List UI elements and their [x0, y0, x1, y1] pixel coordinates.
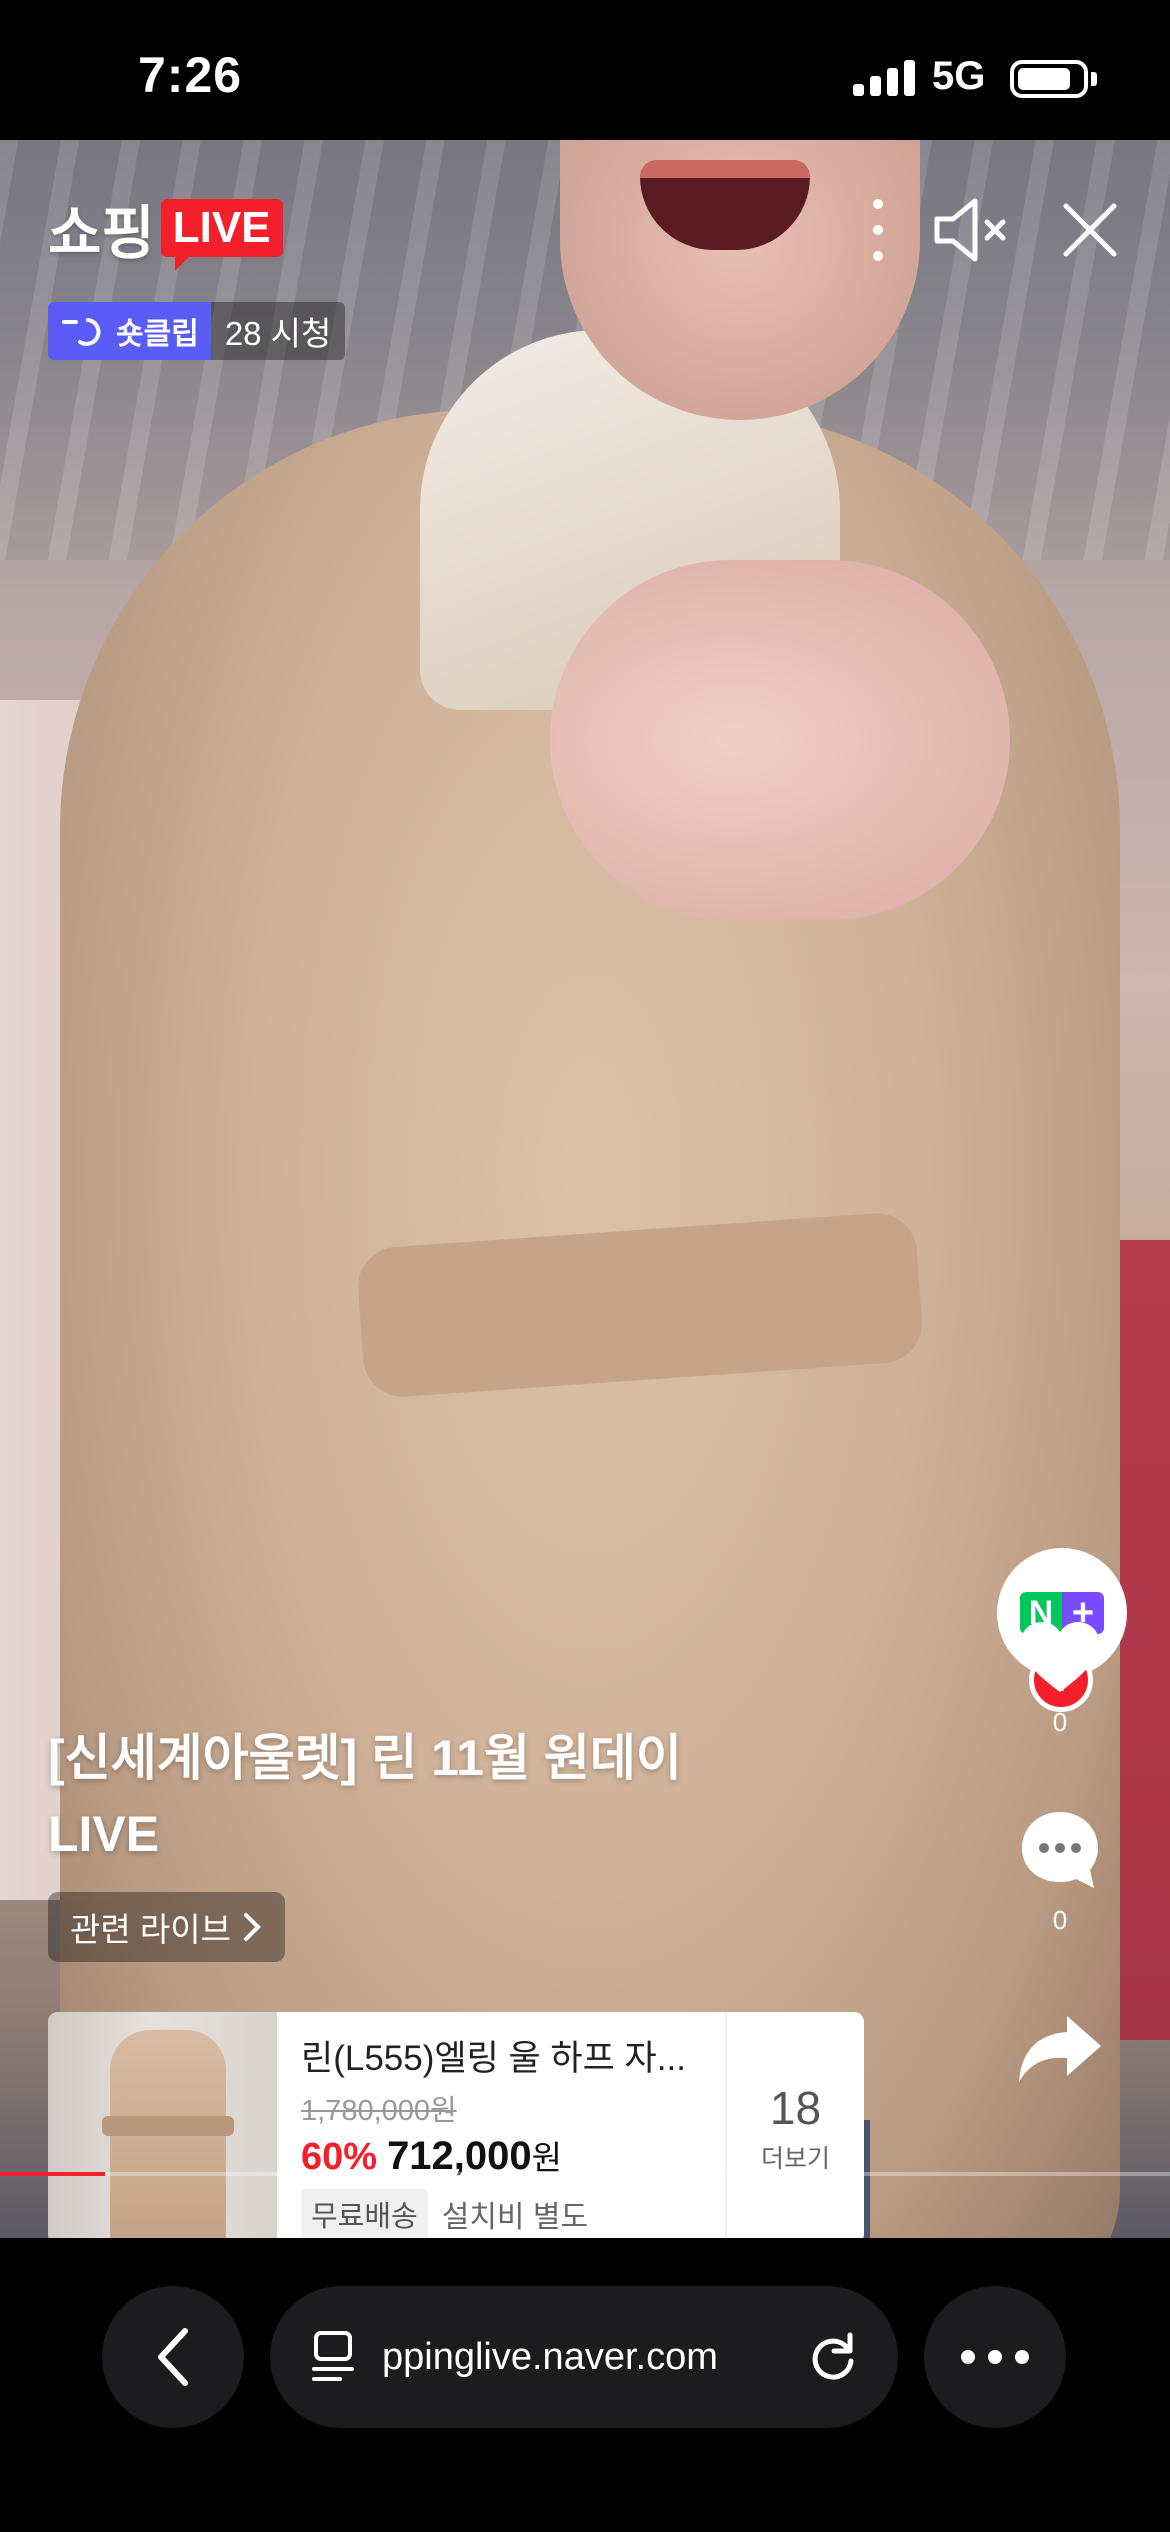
thumbnail-belt — [102, 2116, 234, 2136]
product-name: 린(L555)엘링 울 하프 자... — [301, 2039, 686, 2078]
speaker-muted-icon[interactable] — [930, 190, 1010, 270]
url-text: ppinglive.naver.com — [382, 2335, 718, 2378]
network-type: 5G — [932, 54, 986, 98]
more-products-button[interactable]: 18 더보기 — [725, 2012, 864, 2238]
viewer-count: 28 시청 — [210, 302, 346, 360]
status-time: 7:26 — [138, 47, 243, 103]
battery-icon — [1010, 60, 1088, 98]
live-video[interactable]: 쇼핑 LIVE 숏클립 28 시청 N + + — [0, 140, 1170, 2238]
top-controls — [866, 190, 1130, 270]
shipping-row: 무료배송 설치비 별도 — [301, 2189, 701, 2238]
close-icon[interactable] — [1050, 190, 1130, 270]
chevron-right-icon — [243, 1913, 261, 1941]
product-thumbnail[interactable] — [48, 2012, 277, 2238]
live-title[interactable]: [신세계아울렛] 린 11월 원데이 LIVE — [48, 1720, 748, 1872]
related-live-label: 관련 라이브 — [70, 1911, 231, 1948]
like-action[interactable]: 0 — [995, 1620, 1125, 1738]
short-clip-label: 숏클립 — [116, 318, 199, 351]
playback-progress-fill — [0, 2172, 106, 2176]
browser-toolbar: ppinglive.naver.com — [0, 2238, 1170, 2532]
short-clip-badge[interactable]: 숏클립 — [48, 302, 211, 360]
install-fee-note: 설치비 별도 — [441, 2201, 589, 2234]
like-count: 0 — [1052, 1707, 1068, 1737]
page-menu-icon — [312, 2331, 354, 2381]
more-products-count: 18 — [769, 2082, 822, 2134]
video-hands — [550, 560, 1010, 920]
more-vertical-icon[interactable] — [866, 195, 890, 265]
browser-more-button[interactable] — [924, 2286, 1066, 2428]
more-horizontal-icon — [961, 2350, 1029, 2364]
product-info[interactable]: 린(L555)엘링 울 하프 자... 1,780,000원 60% 712,0… — [277, 2012, 725, 2238]
share-arrow-icon — [1019, 2016, 1101, 2082]
chevron-left-icon — [158, 2328, 188, 2386]
logo-text: 쇼핑 — [48, 201, 155, 266]
cellular-signal-icon — [853, 60, 915, 96]
comment-action[interactable]: 0 — [995, 1808, 1125, 1936]
back-button[interactable] — [102, 2286, 244, 2428]
battery-tip — [1091, 72, 1097, 86]
live-tag-row: 숏클립 28 시청 — [48, 302, 346, 360]
heart-icon — [1021, 1622, 1099, 1692]
comment-count: 0 — [1052, 1905, 1068, 1935]
related-live-button[interactable]: 관련 라이브 — [48, 1892, 285, 1962]
reload-icon[interactable] — [808, 2331, 858, 2383]
original-price: 1,780,000원 — [301, 2095, 457, 2127]
more-products-label: 더보기 — [760, 2145, 830, 2173]
free-shipping-badge: 무료배송 — [301, 2189, 428, 2238]
short-clip-icon — [62, 318, 101, 346]
status-bar: 7:26 5G — [0, 0, 1170, 140]
comment-icon — [1022, 1812, 1098, 1888]
shopping-live-logo: 쇼핑 LIVE — [48, 188, 283, 271]
product-card[interactable]: 린(L555)엘링 울 하프 자... 1,780,000원 60% 712,0… — [48, 2012, 864, 2238]
playback-progress[interactable] — [0, 2172, 1170, 2176]
logo-live-badge: LIVE — [160, 199, 283, 271]
address-bar[interactable]: ppinglive.naver.com — [270, 2286, 898, 2428]
share-button[interactable] — [995, 2012, 1125, 2089]
